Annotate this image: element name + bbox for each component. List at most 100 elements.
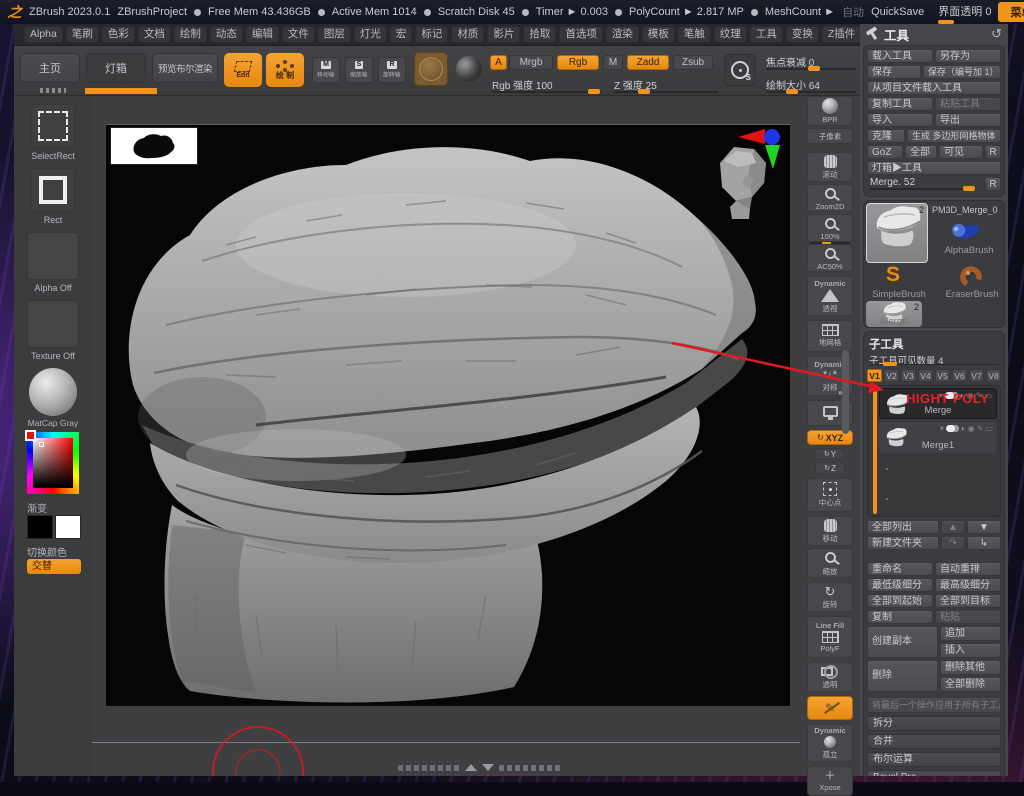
alphabrush-thumb[interactable] bbox=[950, 218, 982, 247]
subtool-tab-v1[interactable]: V1 bbox=[867, 369, 882, 382]
all-to-target-button[interactable]: 全部到目标 bbox=[935, 594, 1001, 608]
document-canvas[interactable] bbox=[106, 124, 790, 706]
menu-item[interactable]: 笔刷 bbox=[66, 26, 99, 43]
merge-section-header[interactable]: 合并 bbox=[867, 734, 1001, 749]
goz-all-button[interactable]: 全部 bbox=[905, 145, 937, 159]
menu-item[interactable]: 绘制 bbox=[174, 26, 207, 43]
menu-item[interactable]: 纹理 bbox=[714, 26, 747, 43]
save-increment-button[interactable]: 保存（编号加 1） bbox=[923, 65, 1001, 79]
ghost-button[interactable]: ✎ bbox=[807, 696, 853, 720]
rotate-gyro-button[interactable]: R 旋转轴 bbox=[378, 57, 406, 83]
simplebrush-thumb[interactable]: S bbox=[886, 263, 900, 287]
preview-boolean-button[interactable]: 预览布尔渲染 bbox=[152, 53, 218, 83]
goz-button[interactable]: GoZ bbox=[867, 145, 903, 159]
secondary-color-swatch[interactable] bbox=[55, 515, 81, 539]
menu-item[interactable]: 文件 bbox=[282, 26, 315, 43]
move-up-button[interactable]: ▲ bbox=[941, 520, 965, 534]
clone-button[interactable]: 克隆 bbox=[867, 129, 905, 143]
move-canvas-button[interactable]: 移动 bbox=[807, 516, 853, 546]
delete-other-button[interactable]: 删除其他 bbox=[940, 660, 1001, 675]
menu-item[interactable]: 灯光 bbox=[354, 26, 387, 43]
ring-icon[interactable]: ◉ bbox=[968, 424, 975, 433]
restore-config-icon[interactable]: ↺ bbox=[991, 26, 1002, 42]
tool-slider[interactable]: Merge. 52 R bbox=[867, 177, 1001, 192]
main-color-swatch[interactable] bbox=[27, 515, 53, 539]
transparent-button[interactable]: 透明 bbox=[807, 662, 853, 692]
menu-item[interactable]: 色彩 bbox=[102, 26, 135, 43]
branch-button[interactable]: ↳ bbox=[967, 536, 1001, 550]
menu-item[interactable]: 文档 bbox=[138, 26, 171, 43]
load-tool-button[interactable]: 载入工具 bbox=[867, 49, 933, 63]
m-chip[interactable]: M bbox=[603, 55, 623, 70]
duplicate-button[interactable]: 创建副本 bbox=[867, 626, 938, 658]
redo-arrange-button[interactable]: ↷ bbox=[941, 536, 965, 550]
lightbox-tool-button[interactable]: 灯箱▶工具 bbox=[867, 161, 1001, 175]
scroll-up-icon[interactable] bbox=[465, 764, 477, 771]
alpha-preview[interactable] bbox=[110, 127, 198, 165]
split-section-header[interactable]: 拆分 bbox=[867, 716, 1001, 731]
home-button[interactable]: 主页 bbox=[20, 53, 80, 83]
solo-button[interactable]: Dynamic 孤立 bbox=[807, 724, 853, 762]
all-to-start-button[interactable]: 全部到起始 bbox=[867, 594, 933, 608]
menu-item[interactable]: 材质 bbox=[451, 26, 484, 43]
current-tool-thumb[interactable]: 2 Merge bbox=[866, 203, 928, 263]
copy-subtool-button[interactable]: 复制 bbox=[867, 610, 933, 624]
subtool-tab-v4[interactable]: V4 bbox=[918, 369, 933, 382]
make-polymesh-button[interactable]: 生成 多边形网格物体 bbox=[907, 129, 1001, 143]
menu-item[interactable]: 渲染 bbox=[606, 26, 639, 43]
apply-last-to-all-button[interactable]: 将最后一个操作应用于所有子工具 bbox=[867, 697, 1001, 713]
subtool-tab-v2[interactable]: V2 bbox=[884, 369, 899, 382]
save-as-button[interactable]: 另存为 bbox=[935, 49, 1001, 63]
tool-slot-thumb[interactable]: 2 Merge bbox=[866, 301, 922, 327]
color-picker[interactable] bbox=[27, 432, 79, 494]
tool-slider-r-button[interactable]: R bbox=[985, 177, 1001, 191]
lightbox-button[interactable]: 灯箱 bbox=[86, 53, 146, 83]
goz-visible-button[interactable]: 可见 bbox=[939, 145, 983, 159]
goz-r-button[interactable]: R bbox=[985, 145, 1001, 159]
alt-color-button[interactable]: 交替 bbox=[27, 559, 81, 574]
menu-item[interactable]: 标记 bbox=[415, 26, 448, 43]
uv-icon[interactable]: ▭ bbox=[985, 424, 993, 433]
menu-button[interactable]: 菜单 bbox=[998, 2, 1024, 22]
menu-item[interactable]: 笔触 bbox=[678, 26, 711, 43]
menu-item[interactable]: 图层 bbox=[318, 26, 351, 43]
menu-item[interactable]: 首选项 bbox=[559, 26, 603, 43]
append-button[interactable]: 追加 bbox=[940, 626, 1001, 641]
rotate-canvas-button[interactable]: ↻ 旋转 bbox=[807, 582, 853, 612]
scroll-button[interactable]: 滚动 bbox=[807, 152, 853, 182]
floor-grid-button[interactable]: 地网格 bbox=[807, 320, 853, 352]
rotate-z-button[interactable]: ↻ Z bbox=[815, 462, 845, 474]
delete-all-button[interactable]: 全部删除 bbox=[940, 677, 1001, 692]
a-chip[interactable]: A bbox=[490, 55, 507, 70]
xpose-button[interactable]: ＋ Xpose bbox=[807, 766, 853, 796]
polyframe-button[interactable]: Line Fill PolyF bbox=[807, 616, 853, 658]
insert-button[interactable]: 插入 bbox=[940, 643, 1001, 658]
draw-button[interactable]: 绘 制 bbox=[266, 53, 304, 87]
highest-subdiv-button[interactable]: 最高级细分 bbox=[935, 578, 1001, 592]
aa-half-button[interactable]: AC50% bbox=[807, 244, 853, 272]
list-all-button[interactable]: 全部列出 bbox=[867, 520, 939, 534]
material-button[interactable] bbox=[414, 52, 448, 86]
delete-button[interactable]: 删除 bbox=[867, 660, 938, 692]
edit-button[interactable]: Edit bbox=[224, 53, 262, 87]
menu-item[interactable]: 宏 bbox=[390, 26, 413, 43]
menu-item[interactable]: 模板 bbox=[642, 26, 675, 43]
halfvis-icon[interactable]: ◐ bbox=[961, 424, 966, 433]
auto-reorder-button[interactable]: 自动重排 bbox=[935, 562, 1001, 576]
copy-tool-button[interactable]: 复制工具 bbox=[867, 97, 933, 111]
quicksave-button[interactable]: QuickSave bbox=[871, 6, 924, 18]
timeline-scrollbar[interactable] bbox=[398, 764, 561, 771]
texture-slot-button[interactable] bbox=[27, 300, 79, 348]
menu-item[interactable]: 编辑 bbox=[246, 26, 279, 43]
bevel-section-header[interactable]: Bevel Pro bbox=[867, 770, 1001, 776]
rename-button[interactable]: 重命名 bbox=[867, 562, 933, 576]
menu-item[interactable]: 影片 bbox=[487, 26, 520, 43]
matcap-sphere-button[interactable] bbox=[29, 368, 77, 416]
move-down-button[interactable]: ▼ bbox=[967, 520, 1001, 534]
new-folder-button[interactable]: 新建文件夹 bbox=[867, 536, 939, 550]
subtool-tab-v6[interactable]: V6 bbox=[952, 369, 967, 382]
scroll-down-icon[interactable] bbox=[482, 764, 494, 771]
zadd-chip[interactable]: Zadd bbox=[627, 55, 669, 70]
rect-brush-button[interactable] bbox=[31, 168, 75, 212]
scroll-dash-right[interactable] bbox=[499, 765, 561, 771]
